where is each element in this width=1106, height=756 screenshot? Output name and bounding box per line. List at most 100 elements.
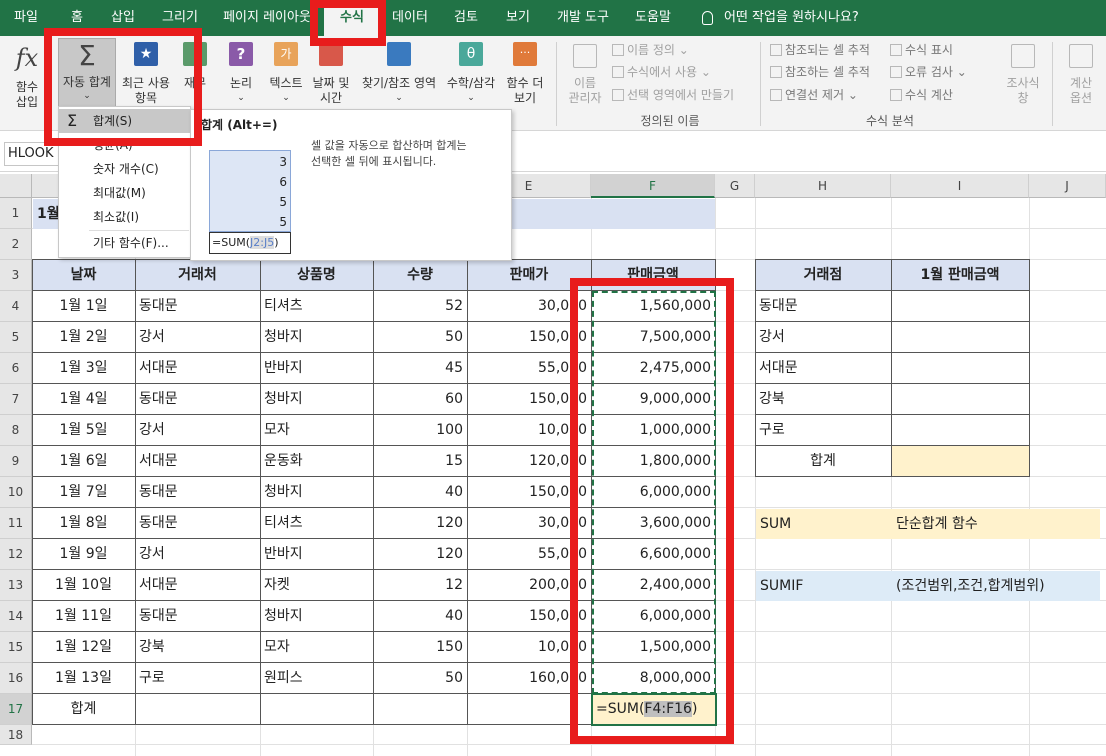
row-header[interactable]: 15	[0, 632, 32, 663]
row-header[interactable]: 2	[0, 229, 32, 260]
table-cell[interactable]: 강서	[135, 322, 260, 353]
menu-item-max[interactable]: 최대값(M)	[59, 181, 190, 205]
evaluate-formula-button[interactable]: 수식 계산	[890, 87, 953, 103]
row-header[interactable]: 12	[0, 539, 32, 570]
menu-item-min[interactable]: 최소값(I)	[59, 205, 190, 229]
table-cell[interactable]: 100	[373, 415, 467, 446]
table-cell[interactable]: 1월 8일	[32, 508, 135, 539]
table-cell[interactable]: 청바지	[260, 477, 373, 508]
menu-item-count[interactable]: 숫자 개수(C)	[59, 157, 190, 181]
row-header[interactable]: 18	[0, 725, 32, 745]
tab-file[interactable]: 파일	[4, 0, 48, 36]
calc-options-button[interactable]: 계산 옵션	[1058, 44, 1104, 106]
tab-data[interactable]: 데이터	[388, 0, 432, 36]
table-cell[interactable]: 120	[373, 539, 467, 570]
table-cell[interactable]: 1월 2일	[32, 322, 135, 353]
trace-precedents-button[interactable]: 참조되는 셀 추적	[770, 42, 870, 58]
more-functions-button[interactable]: ··· 함수 더 보기	[502, 42, 548, 106]
row-header[interactable]: 17	[0, 694, 32, 725]
row-header[interactable]: 13	[0, 570, 32, 601]
table-cell[interactable]: 청바지	[260, 601, 373, 632]
table-cell[interactable]: 자켓	[260, 570, 373, 601]
table-cell[interactable]: 서대문	[135, 570, 260, 601]
table-cell[interactable]: 60	[373, 384, 467, 415]
table-cell[interactable]: 1월 4일	[32, 384, 135, 415]
table-cell[interactable]: 강서	[135, 539, 260, 570]
summary-row-label[interactable]: 강서	[755, 322, 789, 353]
column-header[interactable]: J	[1029, 174, 1106, 198]
table-cell[interactable]: 강서	[135, 415, 260, 446]
table-cell[interactable]: 45	[373, 353, 467, 384]
worksheet-grid[interactable]: ABCDEFGHIJ123456789101112131415161718 1월…	[0, 174, 1106, 756]
trace-dependents-button[interactable]: 참조하는 셀 추적	[770, 64, 870, 80]
total-label[interactable]: 합계	[32, 694, 135, 725]
table-cell[interactable]: 1월 10일	[32, 570, 135, 601]
table-cell[interactable]: 52	[373, 291, 467, 322]
row-header[interactable]: 8	[0, 415, 32, 446]
tab-help[interactable]: 도움말	[628, 0, 678, 36]
table-cell[interactable]: 동대문	[135, 384, 260, 415]
table-cell[interactable]: 구로	[135, 663, 260, 694]
table-cell[interactable]: 동대문	[135, 508, 260, 539]
table-cell[interactable]: 1월 9일	[32, 539, 135, 570]
column-header[interactable]: F	[591, 174, 715, 198]
table-cell[interactable]: 운동화	[260, 446, 373, 477]
summary-total-label[interactable]: 합계	[755, 446, 891, 477]
create-from-selection-button[interactable]: 선택 영역에서 만들기	[612, 87, 734, 103]
table-cell[interactable]: 티셔츠	[260, 508, 373, 539]
use-in-formula-button[interactable]: 수식에서 사용 ⌄	[612, 64, 711, 80]
summary-row-label[interactable]: 구로	[755, 415, 789, 446]
row-header[interactable]: 16	[0, 663, 32, 694]
table-cell[interactable]: 15	[373, 446, 467, 477]
table-cell[interactable]: 서대문	[135, 446, 260, 477]
row-header[interactable]: 14	[0, 601, 32, 632]
table-cell[interactable]: 50	[373, 322, 467, 353]
table-cell[interactable]: 반바지	[260, 539, 373, 570]
summary-row-label[interactable]: 동대문	[755, 291, 802, 322]
row-header[interactable]: 3	[0, 260, 32, 291]
table-cell[interactable]: 150	[373, 632, 467, 663]
define-name-button[interactable]: 이름 정의 ⌄	[612, 42, 689, 58]
table-cell[interactable]: 1월 11일	[32, 601, 135, 632]
summary-row-label[interactable]: 서대문	[755, 353, 802, 384]
column-header[interactable]: I	[891, 174, 1029, 198]
row-header[interactable]: 10	[0, 477, 32, 508]
text-functions-button[interactable]: 가 텍스트 ⌄	[266, 42, 306, 106]
row-header[interactable]: 5	[0, 322, 32, 353]
table-cell[interactable]: 티셔츠	[260, 291, 373, 322]
tell-me-search[interactable]: 어떤 작업을 원하시나요?	[724, 0, 874, 36]
math-trig-button[interactable]: θ 수학/삼각 ⌄	[442, 42, 500, 106]
tab-page-layout[interactable]: 페이지 레이아웃	[218, 0, 316, 36]
row-header[interactable]: 6	[0, 353, 32, 384]
table-cell[interactable]: 원피스	[260, 663, 373, 694]
table-cell[interactable]: 40	[373, 477, 467, 508]
tab-developer[interactable]: 개발 도구	[550, 0, 616, 36]
date-time-button[interactable]: 날짜 및 시간	[308, 42, 354, 106]
table-cell[interactable]: 50	[373, 663, 467, 694]
row-header[interactable]: 7	[0, 384, 32, 415]
table-cell[interactable]: 동대문	[135, 477, 260, 508]
column-header[interactable]: G	[715, 174, 755, 198]
table-cell[interactable]: 반바지	[260, 353, 373, 384]
table-cell[interactable]: 1월 3일	[32, 353, 135, 384]
summary-total-value-cell[interactable]	[891, 445, 1030, 477]
table-cell[interactable]: 서대문	[135, 353, 260, 384]
watch-window-button[interactable]: 조사식 창	[1000, 44, 1046, 106]
row-header[interactable]: 4	[0, 291, 32, 322]
tab-review[interactable]: 검토	[446, 0, 486, 36]
summary-row-label[interactable]: 강북	[755, 384, 789, 415]
row-header[interactable]: 11	[0, 508, 32, 539]
remove-arrows-button[interactable]: 연결선 제거 ⌄	[770, 87, 858, 103]
logical-button[interactable]: ? 논리 ⌄	[224, 42, 258, 106]
table-cell[interactable]: 강북	[135, 632, 260, 663]
table-cell[interactable]: 1월 13일	[32, 663, 135, 694]
tab-view[interactable]: 보기	[498, 0, 538, 36]
table-cell[interactable]: 1월 12일	[32, 632, 135, 663]
lookup-reference-button[interactable]: 찾기/참조 영역 ⌄	[358, 42, 440, 106]
table-cell[interactable]: 120	[373, 508, 467, 539]
table-cell[interactable]: 모자	[260, 415, 373, 446]
table-cell[interactable]: 1월 1일	[32, 291, 135, 322]
column-header[interactable]: H	[755, 174, 891, 198]
menu-item-more-functions[interactable]: 기타 함수(F)...	[59, 231, 190, 255]
error-checking-button[interactable]: 오류 검사 ⌄	[890, 64, 967, 80]
